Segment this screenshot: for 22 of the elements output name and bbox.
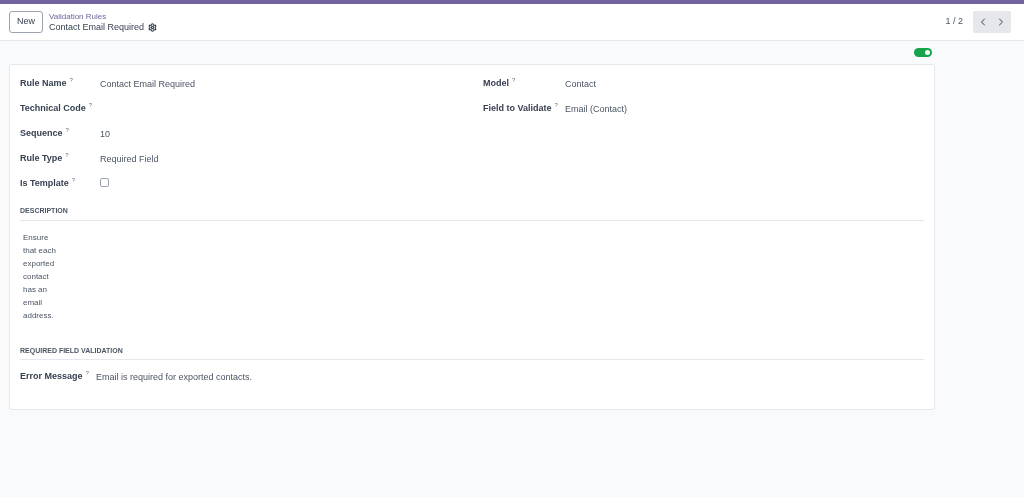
field-label: Rule Name [20, 77, 67, 90]
field-label: Field to Validate [483, 102, 552, 115]
field-label: Model [483, 77, 509, 90]
field-label: Sequence [20, 127, 63, 140]
field-value[interactable]: Email (Contact) [565, 103, 627, 117]
field-value[interactable]: Email is required for exported contacts. [96, 371, 253, 385]
field-label: Error Message [20, 370, 83, 383]
pager-counter: 1 / 2 [945, 15, 963, 29]
field-value[interactable]: Contact [565, 78, 597, 92]
field-value[interactable]: Required Field [100, 153, 159, 167]
field-label: Rule Type [20, 152, 63, 165]
field-label: Technical Code [20, 102, 86, 115]
active-toggle[interactable] [914, 48, 932, 57]
breadcrumb-link[interactable]: Validation Rules [49, 11, 158, 22]
settings-icon[interactable] [148, 23, 158, 32]
field-value[interactable]: Contact Email Required [100, 78, 196, 92]
new-button[interactable]: New [9, 11, 43, 33]
checkbox[interactable] [100, 178, 109, 187]
field-value[interactable]: 10 [100, 128, 110, 142]
record-title: Contact Email Required [49, 22, 145, 33]
field-label: Is Template [20, 177, 69, 190]
description-text: Ensure that each exported contact has an email address. [23, 231, 57, 322]
